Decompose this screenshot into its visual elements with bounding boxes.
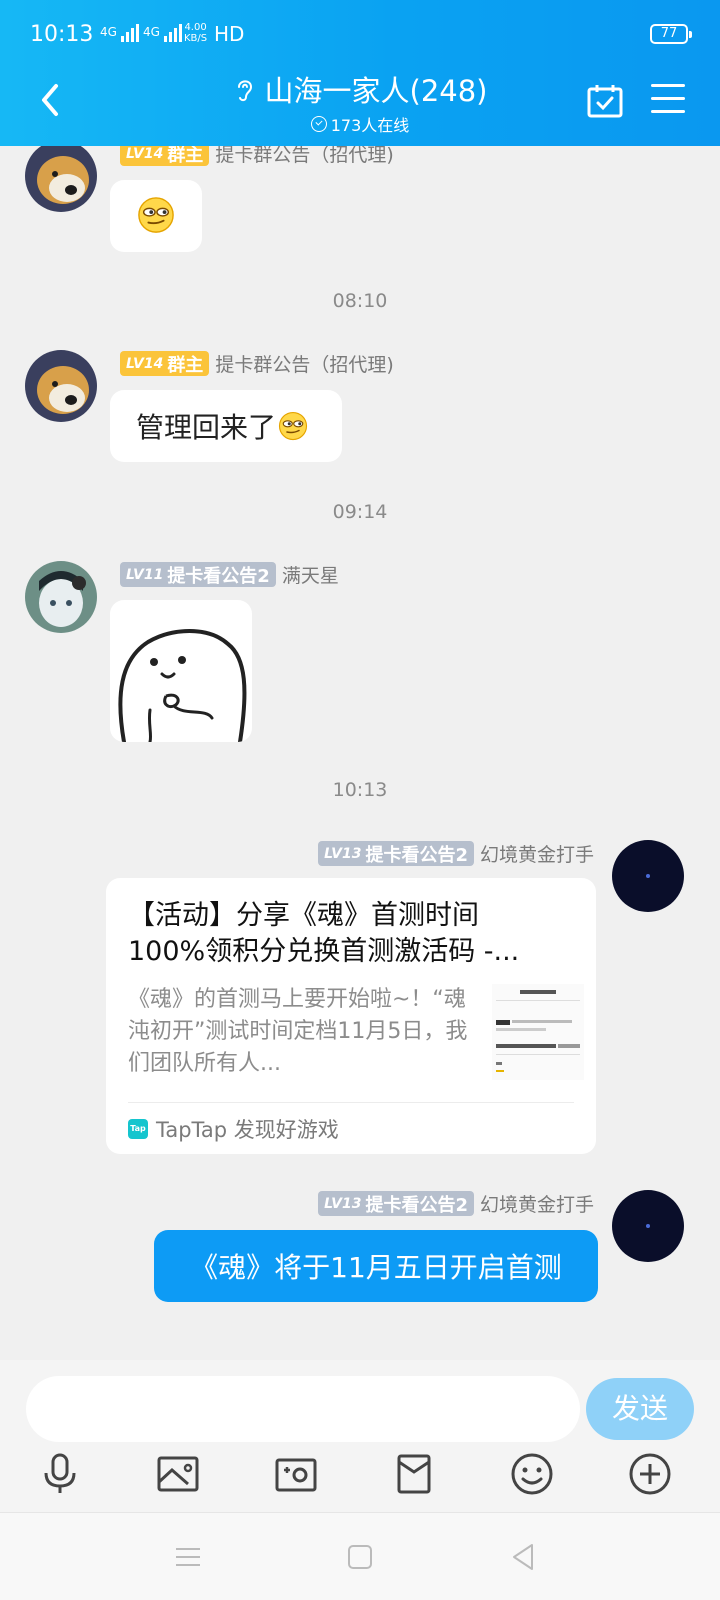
timestamp: 10:13 bbox=[332, 779, 388, 801]
input-toolbar bbox=[0, 1450, 720, 1510]
avatar[interactable] bbox=[612, 1190, 684, 1262]
more-button[interactable] bbox=[626, 1450, 674, 1498]
sender-info: LV11 提卡看公告2 满天星 bbox=[120, 561, 339, 588]
signal-icon bbox=[163, 22, 182, 42]
back-triangle-icon bbox=[513, 1544, 533, 1570]
image-icon bbox=[157, 1456, 199, 1492]
avatar[interactable] bbox=[612, 840, 684, 912]
network-speed: 4.00 KB/S bbox=[184, 22, 208, 44]
ear-icon bbox=[237, 80, 252, 102]
sender-name: 提卡群公告（招代理) bbox=[215, 354, 394, 376]
plus-icon bbox=[629, 1453, 671, 1495]
avatar[interactable] bbox=[25, 561, 97, 633]
avatar[interactable] bbox=[25, 350, 97, 422]
message-list[interactable]: LV14 群主 提卡群公告（招代理) 08:10 LV14 群主 提卡群公告（招… bbox=[0, 146, 720, 1360]
sender-info: LV14 群主 提卡群公告（招代理) bbox=[120, 350, 394, 377]
nav-back-button[interactable] bbox=[506, 1539, 542, 1575]
calendar-check-icon bbox=[587, 85, 623, 118]
card-title: 【活动】分享《魂》首测时间100%领积分兑换首测激活码 -... bbox=[128, 900, 520, 967]
group-title: 山海一家人(248) bbox=[264, 74, 488, 108]
share-card[interactable]: 【活动】分享《魂》首测时间100%领积分兑换首测激活码 -... 《魂》的首测马… bbox=[106, 878, 596, 1154]
sticker-message[interactable] bbox=[110, 600, 252, 742]
card-description: 《魂》的首测马上要开始啦~！“魂沌初开”测试时间定档11月5日，我们团队所有人.… bbox=[128, 987, 468, 1076]
timestamp: 09:14 bbox=[332, 501, 388, 523]
cartoon-sticker-icon bbox=[118, 629, 247, 742]
card-thumbnail bbox=[492, 984, 584, 1080]
camera-icon bbox=[275, 1458, 317, 1492]
hd-indicator: HD bbox=[214, 22, 245, 46]
status-bar: 10:13 4G 4G 4.00 KB/S HD 77 bbox=[0, 0, 720, 72]
emoji-icon bbox=[511, 1453, 553, 1495]
voice-button[interactable] bbox=[36, 1450, 84, 1498]
sender-name: 提卡群公告（招代理) bbox=[215, 146, 394, 166]
camera-button[interactable] bbox=[272, 1450, 320, 1498]
level-badge: LV14 群主 bbox=[120, 351, 210, 376]
taptap-icon: Tap bbox=[128, 1119, 148, 1139]
sender-name: 幻境黄金打手 bbox=[479, 1194, 594, 1216]
timestamp: 08:10 bbox=[332, 290, 388, 312]
system-nav-bar bbox=[0, 1512, 720, 1600]
calendar-button[interactable] bbox=[586, 82, 624, 120]
input-area: 发送 bbox=[0, 1360, 720, 1512]
network-indicator: 4G 4G bbox=[100, 22, 182, 42]
sender-info: LV13 提卡看公告2 幻境黄金打手 bbox=[318, 1190, 594, 1217]
image-button[interactable] bbox=[154, 1450, 202, 1498]
sender-name: 幻境黄金打手 bbox=[479, 844, 594, 866]
sender-info: LV14 群主 提卡群公告（招代理) bbox=[120, 146, 394, 167]
home-square-icon bbox=[348, 1545, 372, 1569]
microphone-icon bbox=[44, 1453, 76, 1493]
smirk-emoji-icon bbox=[138, 197, 174, 233]
message-bubble[interactable]: 管理回来了 bbox=[110, 390, 342, 462]
level-badge: LV14 群主 bbox=[120, 146, 210, 166]
nav-menu-button[interactable] bbox=[170, 1539, 206, 1575]
red-packet-icon bbox=[397, 1454, 431, 1494]
smirk-emoji-icon bbox=[278, 411, 308, 441]
message-bubble[interactable]: 《魂》将于11月五日开启首测 bbox=[154, 1230, 598, 1302]
level-badge: LV13 提卡看公告2 bbox=[318, 841, 474, 866]
send-button[interactable]: 发送 bbox=[586, 1378, 694, 1440]
level-badge: LV11 提卡看公告2 bbox=[120, 562, 276, 587]
sender-info: LV13 提卡看公告2 幻境黄金打手 bbox=[318, 840, 594, 867]
red-packet-button[interactable] bbox=[390, 1450, 438, 1498]
card-divider bbox=[128, 1102, 574, 1103]
signal-icon bbox=[120, 22, 139, 42]
chat-header: 10:13 4G 4G 4.00 KB/S HD 77 山海一家人(248) 1… bbox=[0, 0, 720, 146]
nav-home-button[interactable] bbox=[342, 1539, 378, 1575]
online-icon bbox=[310, 116, 327, 132]
battery-icon: 77 bbox=[650, 24, 692, 44]
menu-icon bbox=[651, 84, 685, 87]
status-time: 10:13 bbox=[30, 22, 94, 47]
message-bubble[interactable] bbox=[110, 180, 202, 252]
message-text: 《魂》将于11月五日开启首测 bbox=[190, 1251, 562, 1284]
menu-lines-icon bbox=[176, 1548, 200, 1566]
emoji-button[interactable] bbox=[508, 1450, 556, 1498]
menu-button[interactable] bbox=[651, 84, 685, 116]
message-text: 管理回来了 bbox=[136, 411, 277, 444]
card-source: Tap TapTap 发现好游戏 bbox=[128, 1114, 339, 1144]
message-input[interactable] bbox=[26, 1376, 580, 1442]
sender-name: 满天星 bbox=[281, 565, 339, 587]
avatar[interactable] bbox=[25, 146, 97, 212]
level-badge: LV13 提卡看公告2 bbox=[318, 1191, 474, 1216]
